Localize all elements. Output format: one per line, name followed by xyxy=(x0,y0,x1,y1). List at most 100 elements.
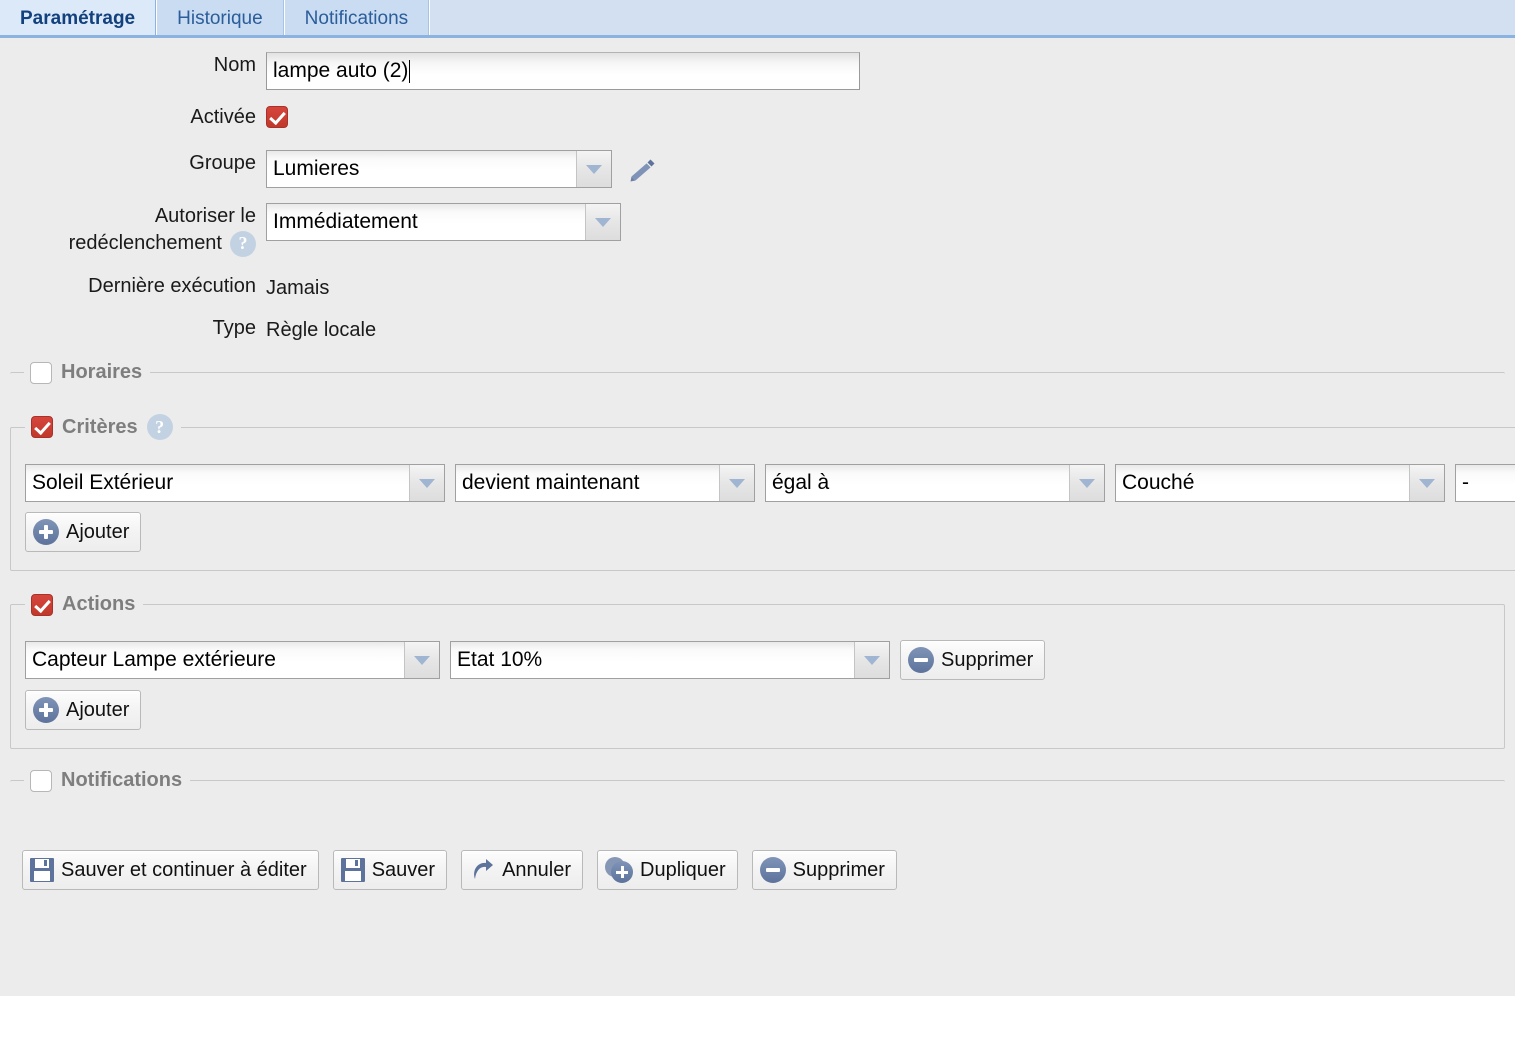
tab-historique[interactable]: Historique xyxy=(156,0,284,38)
redeclenchement-select[interactable]: Immédiatement xyxy=(266,203,621,241)
criteria-source-select[interactable]: Soleil Extérieur xyxy=(25,464,445,502)
chevron-down-icon xyxy=(1409,465,1444,501)
duplicate-label: Dupliquer xyxy=(640,858,726,881)
floppy-disk-icon xyxy=(30,858,54,882)
tab-notifications-label: Notifications xyxy=(304,8,409,29)
help-icon-redeclenchement[interactable]: ? xyxy=(230,230,256,257)
chevron-down-icon xyxy=(576,151,611,187)
chevron-down-icon xyxy=(409,465,444,501)
nom-input[interactable]: lampe auto (2) xyxy=(266,52,860,90)
save-and-continue-label: Sauver et continuer à éditer xyxy=(61,858,307,881)
plus-icon xyxy=(33,519,59,545)
criteria-extra-field[interactable]: - xyxy=(1455,464,1515,502)
action-delete-button[interactable]: Supprimer xyxy=(900,640,1046,680)
criteria-extra-value: - xyxy=(1456,465,1515,501)
nom-input-value: lampe auto (2) xyxy=(273,59,409,82)
section-actions: Actions Capteur Lampe extérieure Etat 10… xyxy=(10,593,1505,749)
chevron-down-icon xyxy=(719,465,754,501)
save-label: Sauver xyxy=(371,858,436,881)
field-row-groupe: Groupe Lumieres xyxy=(0,150,1515,189)
criteria-value-value: Couché xyxy=(1116,465,1409,501)
tab-parametrage-label: Paramétrage xyxy=(20,8,136,29)
form-body: Nom lampe auto (2) Activée Groupe Lumier… xyxy=(0,52,1515,890)
criteria-value-select[interactable]: Couché xyxy=(1115,464,1445,502)
section-notifications-legend: Notifications xyxy=(24,769,190,792)
criteria-event-value: devient maintenant xyxy=(456,465,719,501)
help-icon-criteres[interactable]: ? xyxy=(146,414,173,440)
section-actions-legend: Actions xyxy=(25,593,143,616)
field-row-type: Type Règle locale xyxy=(0,315,1515,345)
criteria-operator-value: égal à xyxy=(766,465,1069,501)
floppy-disk-icon xyxy=(340,858,365,882)
tab-list: Paramétrage Historique Notifications xyxy=(0,0,1515,38)
edit-pencil-icon[interactable] xyxy=(628,156,658,189)
section-criteres: Critères ? Soleil Extérieur devient main… xyxy=(10,414,1515,571)
footer-toolbar: Sauver et continuer à éditer Sauver Annu… xyxy=(22,850,1515,890)
field-row-activee: Activée xyxy=(0,104,1515,130)
duplicate-icon xyxy=(605,857,634,883)
tab-notifications[interactable]: Notifications xyxy=(283,0,430,38)
save-and-continue-button[interactable]: Sauver et continuer à éditer xyxy=(22,850,319,890)
action-add-button[interactable]: Ajouter xyxy=(25,690,142,730)
notifications-checkbox[interactable] xyxy=(30,769,52,792)
action-add-label: Ajouter xyxy=(66,698,130,721)
tab-strip-filler xyxy=(429,0,1515,38)
derniere-execution-label: Dernière exécution xyxy=(88,275,256,297)
groupe-label: Groupe xyxy=(189,152,256,174)
actions-legend-label: Actions xyxy=(62,593,136,615)
criteria-add-button[interactable]: Ajouter xyxy=(25,512,142,552)
cancel-label: Annuler xyxy=(502,858,572,881)
redeclenchement-label: Autoriser le redéclenchement ? xyxy=(0,203,266,257)
field-row-derniere-execution: Dernière exécution Jamais xyxy=(0,273,1515,303)
chevron-down-icon xyxy=(1069,465,1104,501)
type-label: Type xyxy=(212,317,256,339)
save-button[interactable]: Sauver xyxy=(332,850,448,890)
action-row: Capteur Lampe extérieure Etat 10% Suppri… xyxy=(25,640,1490,680)
field-row-nom: Nom lampe auto (2) xyxy=(0,52,1515,90)
chevron-down-icon xyxy=(404,642,439,678)
text-caret xyxy=(409,59,411,83)
actions-checkbox[interactable] xyxy=(31,593,53,616)
field-row-redeclenchement: Autoriser le redéclenchement ? Immédiate… xyxy=(0,203,1515,257)
derniere-execution-value: Jamais xyxy=(266,277,330,299)
delete-label: Supprimer xyxy=(792,858,885,881)
action-target-value: Capteur Lampe extérieure xyxy=(26,642,404,678)
criteria-source-value: Soleil Extérieur xyxy=(26,465,409,501)
delete-button[interactable]: Supprimer xyxy=(751,850,897,890)
criteria-event-select[interactable]: devient maintenant xyxy=(455,464,755,502)
plus-icon xyxy=(33,697,59,723)
groupe-select[interactable]: Lumieres xyxy=(266,150,612,188)
nom-label: Nom xyxy=(213,54,256,76)
criteres-checkbox[interactable] xyxy=(31,416,53,438)
action-command-value: Etat 10% xyxy=(451,642,854,678)
action-target-select[interactable]: Capteur Lampe extérieure xyxy=(25,641,440,679)
criteria-add-label: Ajouter xyxy=(66,520,130,543)
groupe-select-value: Lumieres xyxy=(267,151,576,187)
tab-parametrage[interactable]: Paramétrage xyxy=(0,0,157,38)
cancel-button[interactable]: Annuler xyxy=(461,850,584,890)
chevron-down-icon xyxy=(585,204,620,240)
redeclenchement-select-value: Immédiatement xyxy=(267,204,585,240)
duplicate-button[interactable]: Dupliquer xyxy=(597,850,738,890)
horaires-legend-label: Horaires xyxy=(61,361,143,383)
chevron-down-icon xyxy=(854,642,889,678)
tab-historique-label: Historique xyxy=(177,8,263,29)
criteres-legend-label: Critères xyxy=(62,415,138,438)
horaires-checkbox[interactable] xyxy=(30,361,52,384)
criteria-operator-select[interactable]: égal à xyxy=(765,464,1105,502)
redeclenchement-label-line1: Autoriser le xyxy=(154,205,256,227)
activee-label: Activée xyxy=(190,106,256,128)
section-criteres-legend: Critères ? xyxy=(25,414,181,440)
criteria-row: Soleil Extérieur devient maintenant égal… xyxy=(25,464,1515,502)
section-horaires-legend: Horaires xyxy=(24,361,150,384)
redeclenchement-label-line2: redéclenchement xyxy=(68,232,222,254)
activee-checkbox[interactable] xyxy=(266,106,288,128)
notifications-legend-label: Notifications xyxy=(61,769,183,791)
action-command-select[interactable]: Etat 10% xyxy=(450,641,890,679)
undo-arrow-icon xyxy=(469,858,495,882)
action-delete-label: Supprimer xyxy=(941,648,1034,671)
section-notifications: Notifications xyxy=(10,769,1505,800)
rule-editor-window: Paramétrage Historique Notifications Nom… xyxy=(0,0,1515,996)
type-value: Règle locale xyxy=(266,319,377,341)
minus-icon xyxy=(759,857,786,883)
